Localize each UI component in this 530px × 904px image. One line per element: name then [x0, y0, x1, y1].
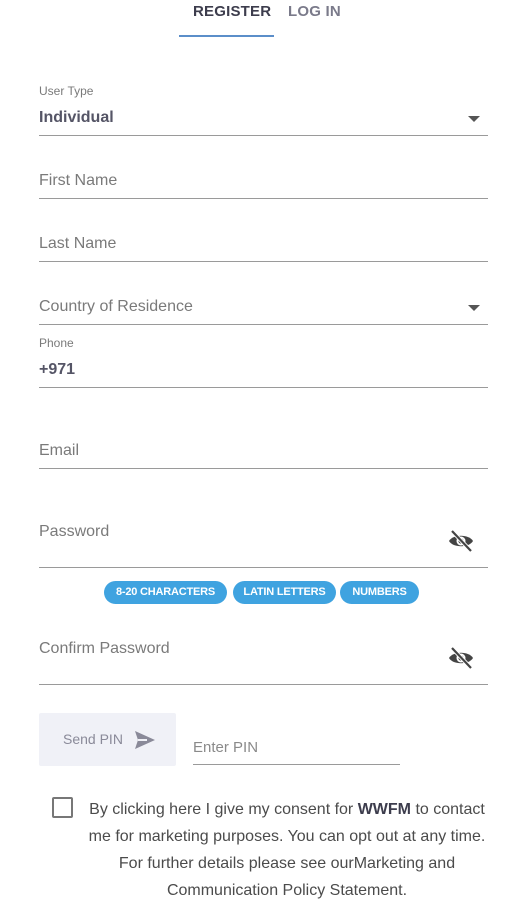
- consent-brand: WWFM: [357, 801, 412, 818]
- eye-off-icon[interactable]: [448, 647, 474, 669]
- user-type-value: Individual: [39, 109, 114, 126]
- password-rule-letters-badge: LATIN LETTERS: [233, 581, 336, 604]
- tab-login[interactable]: LOG IN: [288, 3, 341, 20]
- phone-value: +971: [39, 361, 76, 378]
- first-name-field[interactable]: First Name: [39, 160, 488, 199]
- password-rule-length-badge: 8-20 CHARACTERS: [104, 581, 227, 604]
- auth-tabs: REGISTER LOG IN: [0, 0, 530, 40]
- consent-checkbox[interactable]: [52, 797, 73, 818]
- chevron-down-icon: [468, 116, 480, 122]
- send-pin-button[interactable]: Send PIN: [39, 713, 176, 766]
- active-tab-indicator: [179, 35, 274, 37]
- first-name-placeholder: First Name: [39, 172, 118, 189]
- confirm-password-field[interactable]: Confirm Password: [39, 628, 488, 685]
- eye-off-icon[interactable]: [448, 530, 474, 552]
- password-rule-numbers-badge: NUMBERS: [340, 581, 419, 604]
- phone-label: Phone: [39, 336, 74, 350]
- last-name-field[interactable]: Last Name: [39, 223, 488, 262]
- consent-text: By clicking here I give my consent for W…: [86, 796, 488, 904]
- user-type-label: User Type: [39, 84, 94, 98]
- enter-pin-input[interactable]: [193, 730, 400, 765]
- email-field[interactable]: Email: [39, 430, 488, 469]
- country-placeholder: Country of Residence: [39, 298, 193, 315]
- password-field[interactable]: Password: [39, 511, 488, 568]
- phone-field[interactable]: Phone +971: [39, 334, 488, 388]
- consent-text-before: By clicking here I give my consent for: [89, 801, 358, 818]
- password-placeholder: Password: [39, 523, 110, 540]
- last-name-placeholder: Last Name: [39, 235, 117, 252]
- chevron-down-icon: [468, 305, 480, 311]
- confirm-password-placeholder: Confirm Password: [39, 640, 170, 657]
- user-type-select[interactable]: User Type Individual: [39, 82, 488, 136]
- send-icon: [135, 731, 155, 749]
- country-select[interactable]: Country of Residence: [39, 286, 488, 325]
- email-placeholder: Email: [39, 442, 80, 459]
- send-pin-label: Send PIN: [63, 731, 123, 747]
- tab-register[interactable]: REGISTER: [193, 3, 271, 20]
